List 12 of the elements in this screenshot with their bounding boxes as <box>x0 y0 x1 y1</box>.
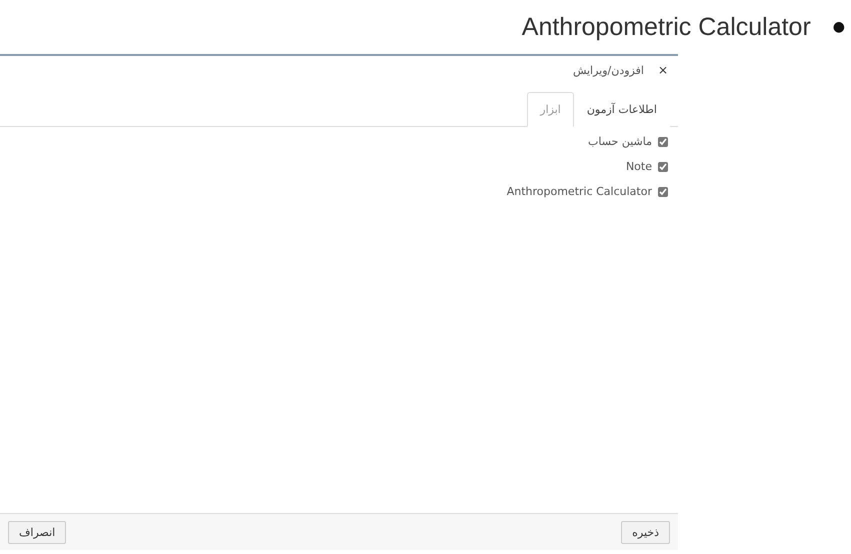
heading-text: Anthropometric Calculator <box>522 12 811 42</box>
checkbox-label: ماشین حساب <box>588 135 652 148</box>
checkbox[interactable] <box>658 136 668 146</box>
bullet: ● <box>832 19 845 35</box>
checkbox-label: Anthropometric Calculator <box>506 185 652 198</box>
checkbox[interactable] <box>658 186 668 196</box>
close-button[interactable]: × <box>658 63 668 77</box>
cancel-button[interactable]: انصراف <box>8 520 66 544</box>
dialog-title: افزودن/ویرایش <box>572 64 644 76</box>
checkbox[interactable] <box>658 162 668 172</box>
checkbox-label: Note <box>626 160 652 173</box>
save-button[interactable]: ذخیره <box>621 520 670 544</box>
